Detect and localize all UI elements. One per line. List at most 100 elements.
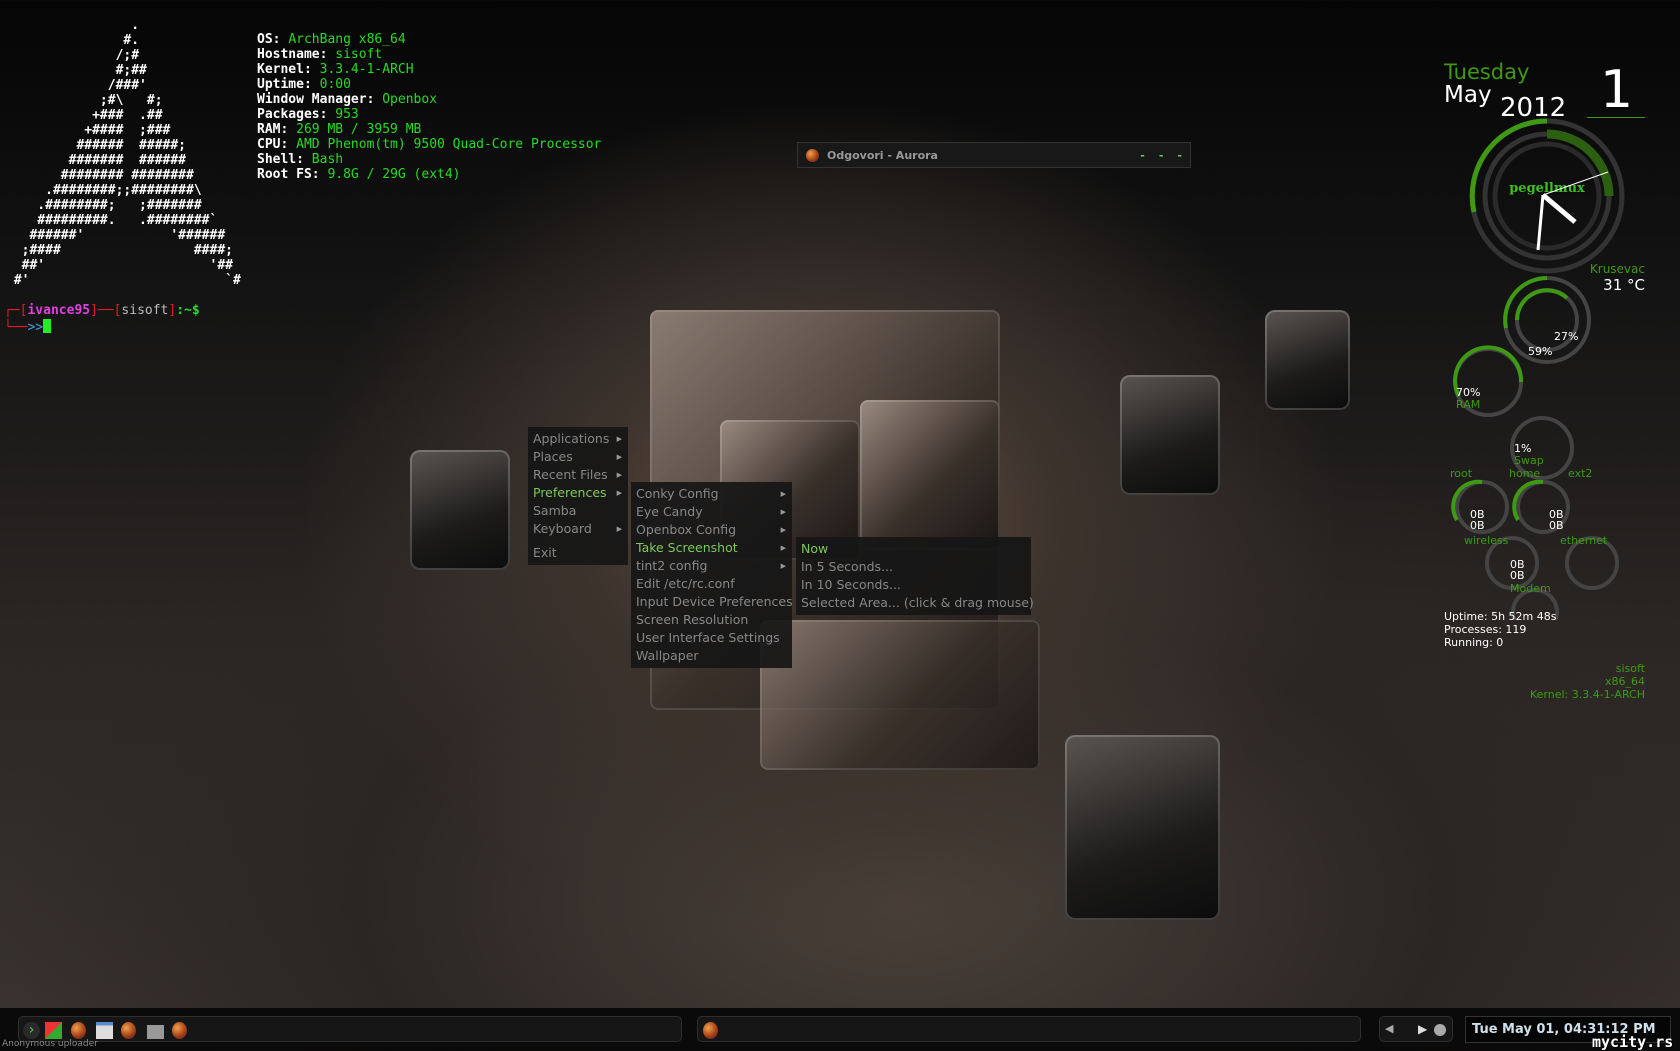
clock-hour-hand [1541,193,1577,224]
ascii-line: /###' [6,78,147,93]
folder-icon[interactable] [147,1025,164,1039]
menu-item-samba[interactable]: Samba [528,502,628,520]
info-row: Window Manager: Openbox [257,92,601,107]
menu-item-label: Wallpaper [636,648,699,663]
system-tray: ◀ ▶ [1379,1016,1453,1042]
submenu-arrow-icon: ▶ [616,435,622,443]
prompt-path: :~$ [176,303,200,318]
xp-app-icon[interactable] [45,1022,62,1039]
menu-launcher-icon[interactable]: › [23,1022,40,1039]
arch-ascii-logo: . #. /;# #;## /###' ;#\ #; +### .## +###… [6,18,241,288]
maximize-button[interactable]: - [1159,149,1164,162]
info-key: Kernel: [257,62,312,77]
menu-item-label: In 10 Seconds... [801,577,901,592]
volume-icon[interactable]: ◀ [1385,1022,1402,1039]
wallpaper-cube [760,620,1040,770]
ascii-line: /;# [6,48,140,63]
info-value: 269 MB / 3959 MB [296,122,422,137]
cpu2-arc [1503,276,1548,329]
menu-item-selected-area-click-drag-mouse[interactable]: Selected Area... (click & drag mouse) [796,594,1034,612]
menu-item-screen-resolution[interactable]: Screen Resolution [631,611,792,629]
ascii-line: . [6,18,140,33]
ram-label: RAM [1456,398,1481,411]
menu-item-take-screenshot[interactable]: Take Screenshot ▶ [631,539,792,557]
fs-ext2-label: ext2 [1568,467,1593,480]
glass-cube [1265,310,1350,410]
ascii-line: ;#\ #; [6,93,163,108]
info-key: Packages: [257,107,328,122]
info-key: RAM: [257,122,289,137]
menu-item-in-5-seconds[interactable]: In 5 Seconds... [796,558,1031,576]
browser-icon [806,148,819,162]
ethernet-rates: 0B 0B [1549,508,1564,532]
info-row: Shell: Bash [257,152,601,167]
info-value: 9.8G / 29G (ext4) [327,167,461,182]
wallpaper-cube [860,400,1000,550]
window-title: Odgovori - Aurora [827,148,938,162]
info-key: OS: [257,32,281,47]
menu-item-input-device-preferences[interactable]: Input Device Preferences [631,593,793,611]
menu-item-user-interface-settings[interactable]: User Interface Settings [631,629,792,647]
conky-widget: Tuesday May 2012 1 pegellmux Krusevac 31… [1440,60,1645,720]
menu-item-label: Eye Candy [636,504,703,519]
swap-label: Swap [1514,454,1544,467]
info-value: 0:00 [319,77,351,92]
menu-item-openbox-config[interactable]: Openbox Config ▶ [631,521,792,539]
close-button[interactable]: - [1177,149,1182,162]
info-row: Uptime: 0:00 [257,77,601,92]
menu-item-exit[interactable]: Exit [528,544,628,562]
info-row: Hostname: sisoft [257,47,601,62]
info-value: Bash [311,152,344,167]
info-key: Shell: [257,152,304,167]
menu-item-conky-config[interactable]: Conky Config ▶ [631,485,792,503]
menu-item-eye-candy[interactable]: Eye Candy ▶ [631,503,792,521]
menu-item-applications[interactable]: Applications ▶ [528,430,628,448]
update-icon[interactable] [1434,1024,1446,1036]
menu-item-in-10-seconds[interactable]: In 10 Seconds... [796,576,1031,594]
menu-item-label: Preferences [533,485,607,500]
aurora-task-icon[interactable] [703,1022,718,1039]
submenu-arrow-icon: ▶ [616,471,622,479]
menu-item-label: Keyboard [533,521,592,536]
window-titlebar[interactable]: Odgovori - Aurora --- [797,142,1191,168]
menu-item-label: Input Device Preferences [636,594,793,609]
window-app-icon[interactable] [96,1022,113,1039]
menu-item-tint2-config[interactable]: tint2 config ▶ [631,557,792,575]
cpu2-value: 59% [1528,345,1553,358]
menu-item-keyboard[interactable]: Keyboard ▶ [528,520,628,538]
cpu1-value: 27% [1554,330,1579,343]
browser-launcher-icon[interactable] [121,1022,136,1039]
glass-cube [1120,375,1220,495]
system-stats: Uptime: 5h 52m 48s Processes: 119 Running:… [1444,610,1557,649]
wireless-label: wireless [1464,534,1509,547]
ascii-line: ##' '## [6,258,233,273]
system-info: OS: ArchBang x86_64 Hostname: sisoft Kerne… [257,32,601,182]
browser-launcher-icon[interactable] [172,1022,187,1039]
fs-home-label: home [1509,467,1541,480]
submenu-arrow-icon: ▶ [780,526,786,534]
info-row: RAM: 269 MB / 3959 MB [257,122,601,137]
menu-item-preferences[interactable]: Preferences ▶ [528,484,628,502]
cursor [43,319,52,333]
ascii-line: #;## [6,63,147,78]
menu-item-wallpaper[interactable]: Wallpaper [631,647,792,665]
weather-city: Krusevac [1589,262,1645,276]
menu-item-label: Applications [533,431,610,446]
menu-item-now[interactable]: Now [796,540,1031,558]
iconify-button[interactable]: - [1140,149,1145,162]
browser-launcher-icon[interactable] [71,1022,86,1039]
menu-item-label: Recent Files [533,467,608,482]
wireless-rates: 0B 0B [1470,508,1485,532]
preferences-submenu: Conky Config ▶ Eye Candy ▶ Openbox Config ▶ Ta… [631,482,793,668]
network-icon[interactable]: ▶ [1418,1022,1435,1039]
shell-prompt[interactable]: ┌─[ivance95]──[sisoft]:~$ └──>> [4,303,200,336]
menu-item-places[interactable]: Places ▶ [528,448,628,466]
info-row: CPU: AMD Phenom(tm) 9500 Quad-Core Proce… [257,137,601,152]
menu-item-label: Places [533,449,573,464]
menu-item-edit-etc-rc-conf[interactable]: Edit /etc/rc.conf [631,575,792,593]
menu-item-recent-files[interactable]: Recent Files ▶ [528,466,628,484]
submenu-arrow-icon: ▶ [616,525,622,533]
ascii-line: #########. .########` [6,213,218,228]
menu-item-label: Samba [533,503,577,518]
info-key: Root FS: [257,167,320,182]
